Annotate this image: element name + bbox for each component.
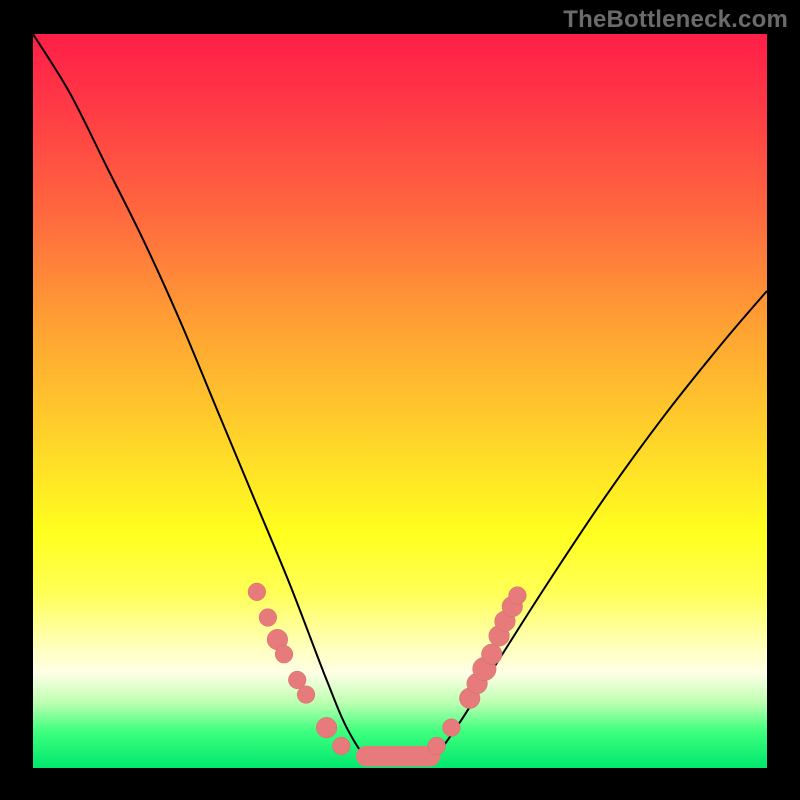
data-marker bbox=[297, 686, 315, 704]
flat-min-marker bbox=[356, 746, 440, 767]
data-marker bbox=[428, 737, 446, 755]
data-marker bbox=[332, 737, 350, 755]
data-marker bbox=[443, 719, 461, 737]
data-marker bbox=[259, 609, 277, 627]
data-marker bbox=[275, 645, 293, 663]
flat-segment bbox=[356, 746, 440, 767]
outer-frame: TheBottleneck.com bbox=[0, 0, 800, 800]
curve-group bbox=[33, 34, 767, 765]
watermark-text: TheBottleneck.com bbox=[563, 6, 788, 34]
bottleneck-curve bbox=[33, 34, 767, 765]
chart-svg bbox=[33, 34, 767, 768]
data-marker bbox=[481, 644, 502, 665]
marker-group bbox=[248, 583, 526, 755]
data-marker bbox=[316, 717, 337, 738]
data-marker bbox=[248, 583, 266, 601]
data-marker bbox=[509, 587, 527, 605]
